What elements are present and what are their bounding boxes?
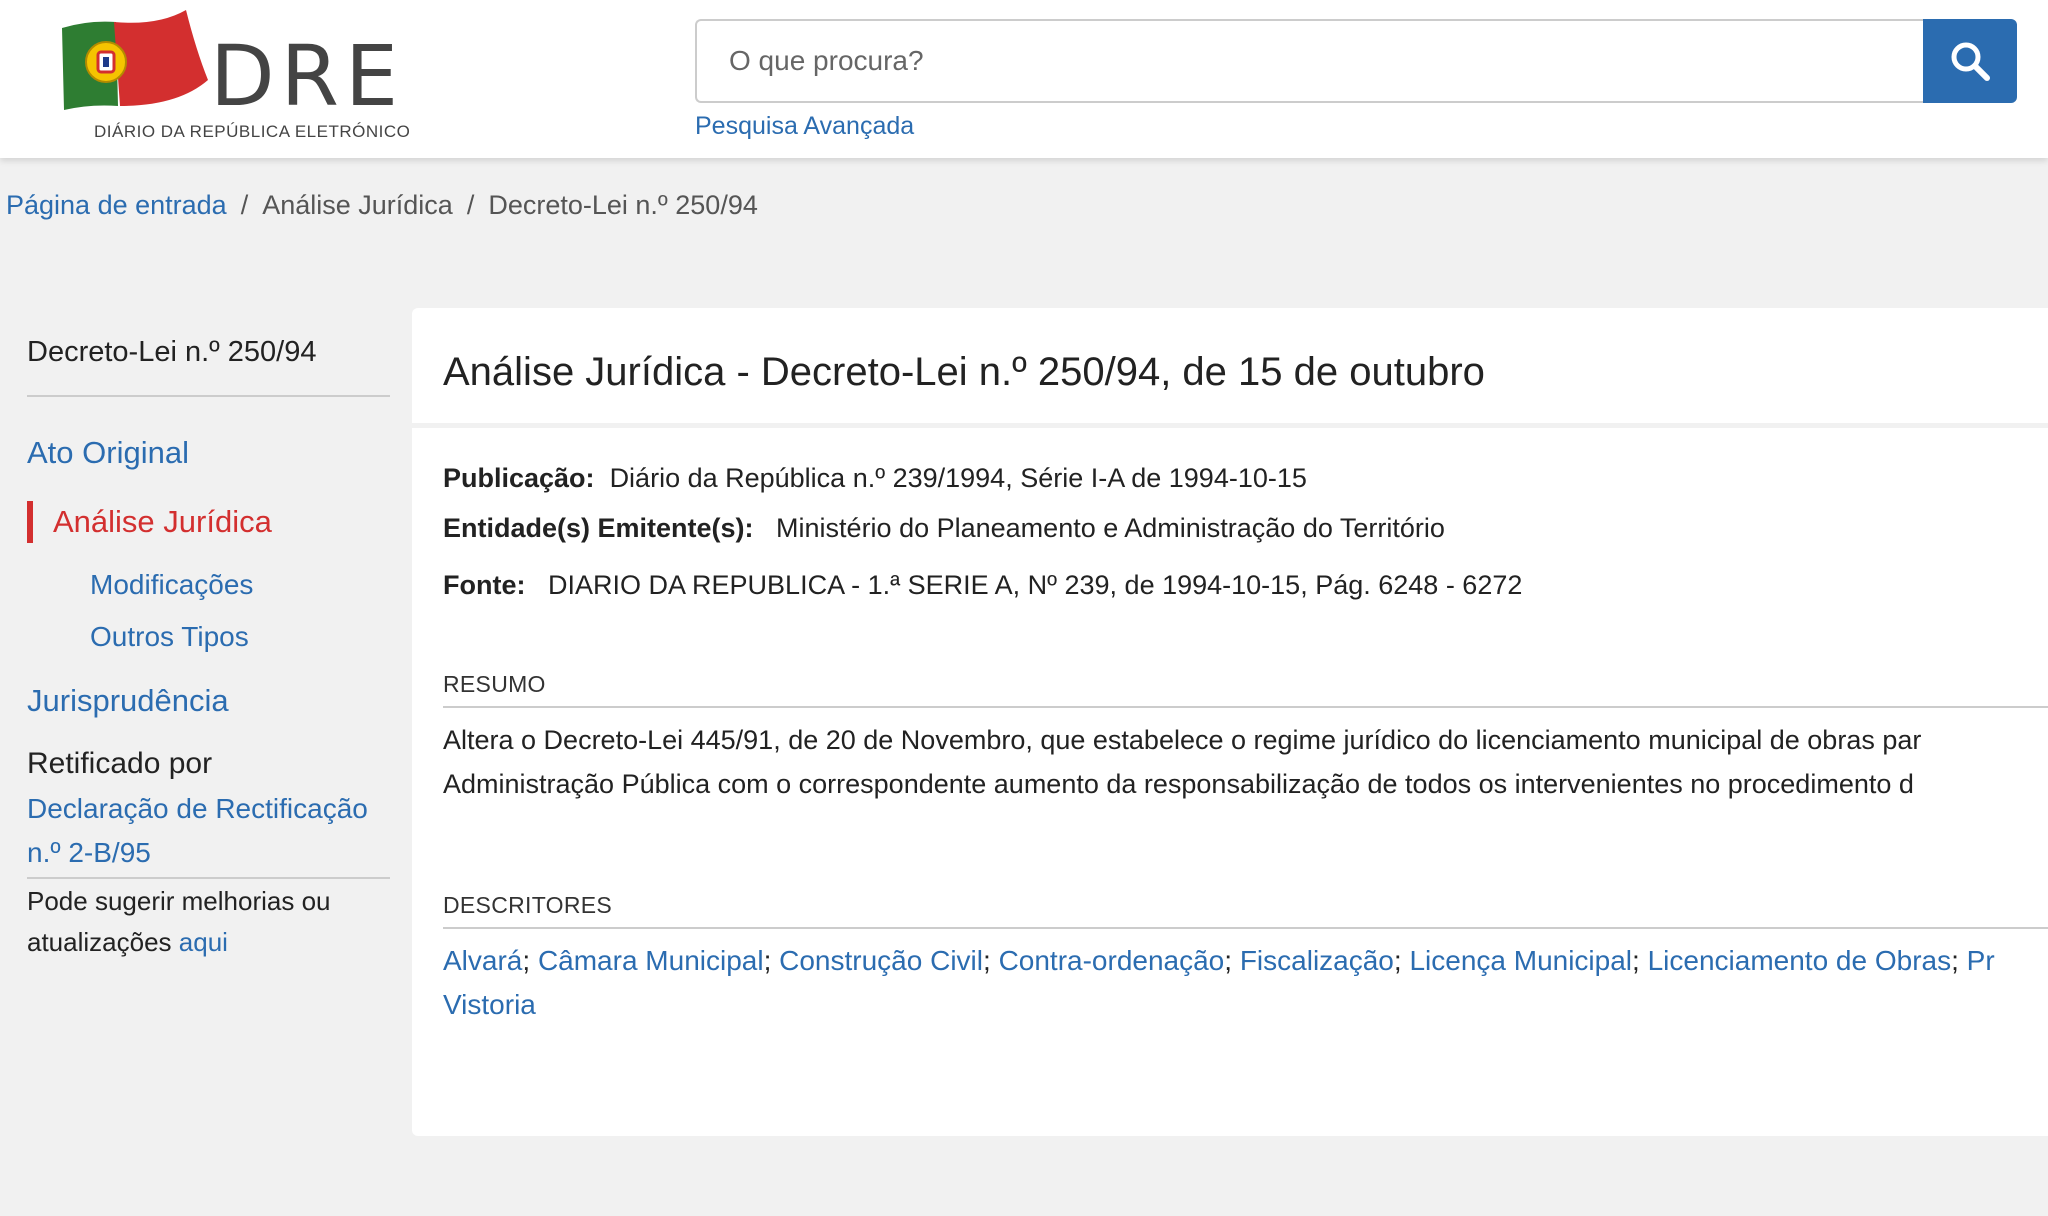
entidade-label: Entidade(s) Emitente(s): — [443, 513, 754, 543]
descritor-separator: ; — [763, 945, 772, 976]
breadcrumb-separator: / — [240, 190, 249, 220]
descritor-link[interactable]: Licença Municipal — [1409, 945, 1632, 976]
dre-logo[interactable]: DRE DIÁRIO DA REPÚBLICA ELETRÓNICO — [58, 6, 410, 146]
sidebar-item-ato-original[interactable]: Ato Original — [27, 435, 390, 471]
publicacao-row: Publicação: Diário da República n.º 239/… — [443, 460, 2048, 497]
retificado-por-heading: Retificado por — [27, 747, 213, 780]
content-card: Análise Jurídica - Decreto-Lei n.º 250/9… — [412, 308, 2048, 1136]
descritor-link-vistoria[interactable]: Vistoria — [443, 989, 536, 1020]
descritores-heading: DESCRITORES — [443, 892, 2048, 929]
search-input[interactable] — [695, 19, 1925, 103]
rectificacao-link-line2: n.º 2-B/95 — [27, 837, 151, 868]
search-button[interactable] — [1923, 19, 2017, 103]
rectificacao-link-line1: Declaração de Rectificação — [27, 793, 368, 824]
descritor-link[interactable]: Câmara Municipal — [538, 945, 764, 976]
logo-subtitle: DIÁRIO DA REPÚBLICA ELETRÓNICO — [94, 122, 411, 141]
suggest-line2: atualizações — [27, 927, 172, 957]
descritor-separator: ; — [522, 945, 531, 976]
resumo-line1: Altera o Decreto-Lei 445/91, de 20 de No… — [443, 725, 1922, 755]
fonte-label: Fonte: — [443, 570, 526, 600]
advanced-search-link[interactable]: Pesquisa Avançada — [695, 112, 914, 141]
descritor-link[interactable]: Construção Civil — [779, 945, 983, 976]
descritor-separator: ; — [983, 945, 991, 976]
suggest-link[interactable]: aqui — [179, 927, 228, 957]
suggest-line1: Pode sugerir melhorias ou — [27, 886, 331, 916]
breadcrumb: Página de entrada / Análise Jurídica / Decre… — [6, 190, 758, 221]
site-header: DRE DIÁRIO DA REPÚBLICA ELETRÓNICO Pesqu… — [0, 0, 2048, 158]
rectificacao-link[interactable]: Declaração de Rectificação n.º 2-B/95 — [27, 787, 390, 879]
descritor-separator: ; — [1393, 945, 1402, 976]
descritor-link[interactable]: Fiscalização — [1240, 945, 1394, 976]
resumo-text: Altera o Decreto-Lei 445/91, de 20 de No… — [443, 718, 2048, 806]
descritor-link[interactable]: Licenciamento de Obras — [1648, 945, 1952, 976]
sidebar-item-modificacoes[interactable]: Modificações — [27, 569, 390, 601]
search-bar — [695, 19, 2017, 103]
descritor-separator: ; — [1951, 945, 1959, 976]
descritores-list: Alvará; Câmara Municipal; Construção Civ… — [443, 939, 2048, 1027]
search-icon — [1951, 42, 1990, 81]
resumo-heading: RESUMO — [443, 671, 2048, 708]
portugal-flag-logo-icon — [62, 10, 208, 111]
card-body: Publicação: Diário da República n.º 239/… — [412, 460, 2048, 1027]
sidebar-item-jurisprudencia[interactable]: Jurisprudência — [27, 683, 390, 719]
breadcrumb-home-link[interactable]: Página de entrada — [6, 190, 227, 220]
descritor-link[interactable]: Contra-ordenação — [999, 945, 1225, 976]
breadcrumb-separator: / — [466, 190, 475, 220]
descritor-separator: ; — [1632, 945, 1640, 976]
breadcrumb-section: Análise Jurídica — [262, 190, 453, 220]
card-header: Análise Jurídica - Decreto-Lei n.º 250/9… — [412, 308, 2048, 428]
fonte-value: DIARIO DA REPUBLICA - 1.ª SERIE A, Nº 23… — [548, 570, 1523, 600]
sidebar-title: Decreto-Lei n.º 250/94 — [27, 336, 390, 397]
publicacao-value: Diário da República n.º 239/1994, Série … — [609, 463, 1307, 493]
logo-text: DRE — [210, 27, 405, 125]
sidebar-item-analise-juridica[interactable]: Análise Jurídica — [27, 501, 390, 543]
descritor-separator: ; — [1224, 945, 1233, 976]
suggest-improvements-text: Pode sugerir melhorias ou atualizações a… — [27, 881, 390, 963]
fonte-row: Fonte: DIARIO DA REPUBLICA - 1.ª SERIE A… — [443, 567, 2048, 604]
resumo-line2: Administração Pública com o corresponden… — [443, 769, 1914, 799]
publicacao-label: Publicação: — [443, 463, 595, 493]
descritor-link[interactable]: Alvará — [443, 945, 522, 976]
descritor-link[interactable]: Pr — [1967, 945, 1995, 976]
entidade-value: Ministério do Planeamento e Administraçã… — [776, 513, 1445, 543]
sidebar: Decreto-Lei n.º 250/94 Ato Original Anál… — [27, 336, 390, 963]
breadcrumb-current: Decreto-Lei n.º 250/94 — [488, 190, 758, 220]
page-title: Análise Jurídica - Decreto-Lei n.º 250/9… — [443, 350, 1485, 394]
sidebar-item-outros-tipos[interactable]: Outros Tipos — [27, 621, 390, 653]
entidade-row: Entidade(s) Emitente(s): Ministério do P… — [443, 510, 2048, 547]
